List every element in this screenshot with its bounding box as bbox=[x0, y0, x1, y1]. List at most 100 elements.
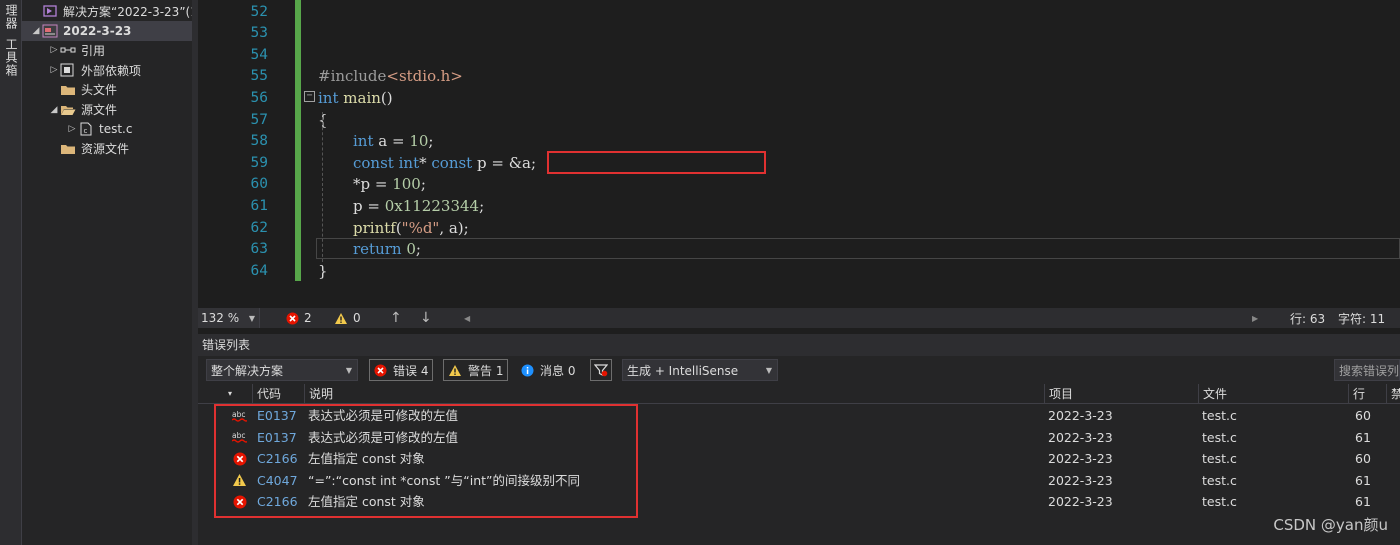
error-project: 2022-3-23 bbox=[1048, 429, 1113, 445]
code-editor[interactable]: 52 53 54 55 56 57 58 59 60 61 62 63 64 − #include<st… bbox=[198, 0, 1400, 308]
error-project: 2022-3-23 bbox=[1048, 451, 1113, 467]
error-file: test.c bbox=[1202, 408, 1237, 423]
tree-item-label: 头文件 bbox=[81, 83, 118, 98]
current-line-highlight bbox=[316, 238, 1400, 259]
code-token: printf bbox=[353, 218, 396, 237]
code-line[interactable]: } bbox=[318, 261, 328, 283]
code-token: const bbox=[431, 153, 473, 172]
code-token: "%d" bbox=[401, 218, 440, 237]
tree-item-label: 引用 bbox=[81, 43, 106, 58]
line-number: 63 bbox=[250, 241, 268, 258]
warnings-filter-button[interactable]: 警告 1 bbox=[443, 359, 509, 381]
column-code[interactable]: 代码 bbox=[252, 384, 304, 404]
messages-filter-button[interactable]: 消息 0 bbox=[517, 359, 579, 381]
error-list-panel: 错误列表 整个解决方案 ▼ 错误 4 警告 1 消息 0 生成 + Intell… bbox=[198, 334, 1400, 545]
references-icon bbox=[60, 43, 76, 57]
column-suppression[interactable]: 禁 bbox=[1386, 384, 1400, 404]
line-number: 60 bbox=[250, 176, 268, 193]
column-file[interactable]: 文件 bbox=[1198, 384, 1348, 404]
project-icon bbox=[42, 24, 58, 38]
line-number: 59 bbox=[250, 154, 268, 171]
code-line[interactable]: return 0; bbox=[353, 239, 421, 261]
code-line[interactable]: int a = 10; bbox=[353, 131, 433, 153]
change-tracking-bar bbox=[295, 0, 301, 281]
line-number: 58 bbox=[250, 133, 268, 150]
code-line[interactable]: int main() bbox=[318, 88, 393, 110]
tree-item[interactable]: 头文件 bbox=[22, 80, 192, 100]
arrow-up-icon[interactable]: ↑ bbox=[390, 308, 402, 328]
code-line[interactable]: const int* const p = &a; bbox=[353, 153, 536, 175]
expand-arrow-icon[interactable]: ◢ bbox=[48, 105, 60, 115]
code-line[interactable]: *p = 100; bbox=[353, 174, 426, 196]
errors-filter-label: 错误 4 bbox=[393, 363, 429, 378]
error-count-indicator[interactable]: 2 bbox=[286, 308, 312, 328]
search-error-list-input[interactable]: 搜索错误列 bbox=[1334, 359, 1400, 381]
code-line[interactable]: #include<stdio.h> bbox=[318, 66, 463, 88]
code-line[interactable]: p = 0x11223344; bbox=[353, 196, 484, 218]
code-token: 0 bbox=[406, 240, 416, 259]
code-token: p = &a; bbox=[472, 153, 537, 172]
folder-icon bbox=[60, 83, 76, 97]
column-line[interactable]: 行 bbox=[1348, 384, 1386, 404]
code-token: , a); bbox=[439, 218, 469, 237]
error-list-title[interactable]: 错误列表 bbox=[198, 334, 1400, 356]
scroll-left-icon[interactable]: ◀ bbox=[464, 308, 470, 328]
messages-filter-label: 消息 0 bbox=[540, 363, 576, 378]
warning-icon bbox=[335, 312, 347, 324]
solution-icon bbox=[42, 4, 58, 18]
error-icon bbox=[286, 312, 299, 324]
editor-status-bar: 132 % ▼ 2 0 ↑ ↓ ◀ ▶ 行: 63 字符: 11 bbox=[198, 308, 1400, 328]
toolbox-tab[interactable]: 工具箱 bbox=[3, 38, 20, 77]
code-token: () bbox=[380, 88, 393, 107]
tree-item[interactable]: ◢ 源文件 bbox=[22, 100, 192, 120]
solution-explorer: 解决方案“2022-3-23”(1 ◢ 2022-3-23 ▷ 引用 ▷ 外部依赖项头文件 ◢… bbox=[22, 0, 192, 545]
folder-open-icon bbox=[60, 103, 76, 117]
tree-item[interactable]: 资源文件 bbox=[22, 139, 192, 159]
column-description[interactable]: 说明 bbox=[304, 384, 1044, 404]
zoom-dropdown[interactable]: 132 % ▼ bbox=[198, 308, 260, 328]
info-icon bbox=[521, 364, 534, 376]
tree-item[interactable]: ▷ 外部依赖项 bbox=[22, 60, 192, 80]
line-number: 55 bbox=[250, 68, 268, 85]
code-token: return bbox=[353, 240, 402, 259]
tree-item-label: 外部依赖项 bbox=[81, 63, 142, 78]
c-file-icon: c bbox=[78, 122, 94, 136]
code-token: const bbox=[353, 153, 394, 172]
tree-item[interactable]: 解决方案“2022-3-23”(1 bbox=[22, 1, 192, 21]
expand-arrow-icon[interactable]: ▷ bbox=[48, 45, 60, 55]
code-token: a = bbox=[373, 132, 410, 151]
tree-item[interactable]: ◢ 2022-3-23 bbox=[22, 20, 192, 41]
error-line: 60 bbox=[1355, 451, 1371, 467]
line-number: 53 bbox=[250, 25, 268, 42]
scroll-right-icon[interactable]: ▶ bbox=[1252, 308, 1258, 328]
line-number: 54 bbox=[250, 46, 268, 63]
tree-item[interactable]: ▷ c test.c bbox=[22, 119, 192, 139]
code-token: p = bbox=[353, 196, 385, 215]
expand-arrow-icon[interactable]: ▷ bbox=[48, 65, 60, 75]
annotation-highlight-box bbox=[547, 151, 766, 174]
expand-arrow-icon[interactable]: ◢ bbox=[30, 26, 42, 36]
warning-count: 0 bbox=[353, 311, 361, 325]
code-token: ; bbox=[415, 240, 421, 259]
cursor-line: 行: 63 bbox=[1290, 311, 1326, 326]
tree-item-label: 解决方案“2022-3-23”(1 bbox=[63, 4, 192, 19]
column-project[interactable]: 项目 bbox=[1044, 384, 1198, 404]
errors-filter-button[interactable]: 错误 4 bbox=[369, 359, 434, 381]
expand-arrow-icon[interactable]: ▷ bbox=[66, 124, 78, 134]
filter-button[interactable] bbox=[590, 359, 612, 381]
code-token: ; bbox=[428, 132, 434, 151]
sort-icon[interactable]: ▾ bbox=[228, 384, 234, 404]
code-token: main bbox=[343, 88, 381, 107]
tree-item-label: 资源文件 bbox=[81, 142, 130, 157]
scope-dropdown[interactable]: 整个解决方案 ▼ bbox=[206, 359, 358, 381]
code-line[interactable]: printf("%d", a); bbox=[353, 218, 469, 240]
chevron-down-icon: ▼ bbox=[765, 365, 772, 375]
arrow-down-icon[interactable]: ↓ bbox=[420, 308, 432, 328]
solution-explorer-tab[interactable]: 理器 bbox=[3, 4, 20, 30]
source-dropdown[interactable]: 生成 + IntelliSense ▼ bbox=[622, 359, 778, 381]
tree-item[interactable]: ▷ 引用 bbox=[22, 40, 192, 60]
error-project: 2022-3-23 bbox=[1048, 408, 1113, 423]
line-number: 62 bbox=[250, 219, 268, 236]
collapse-toggle-icon[interactable]: − bbox=[304, 91, 315, 102]
warning-count-indicator[interactable]: 0 bbox=[334, 308, 361, 328]
